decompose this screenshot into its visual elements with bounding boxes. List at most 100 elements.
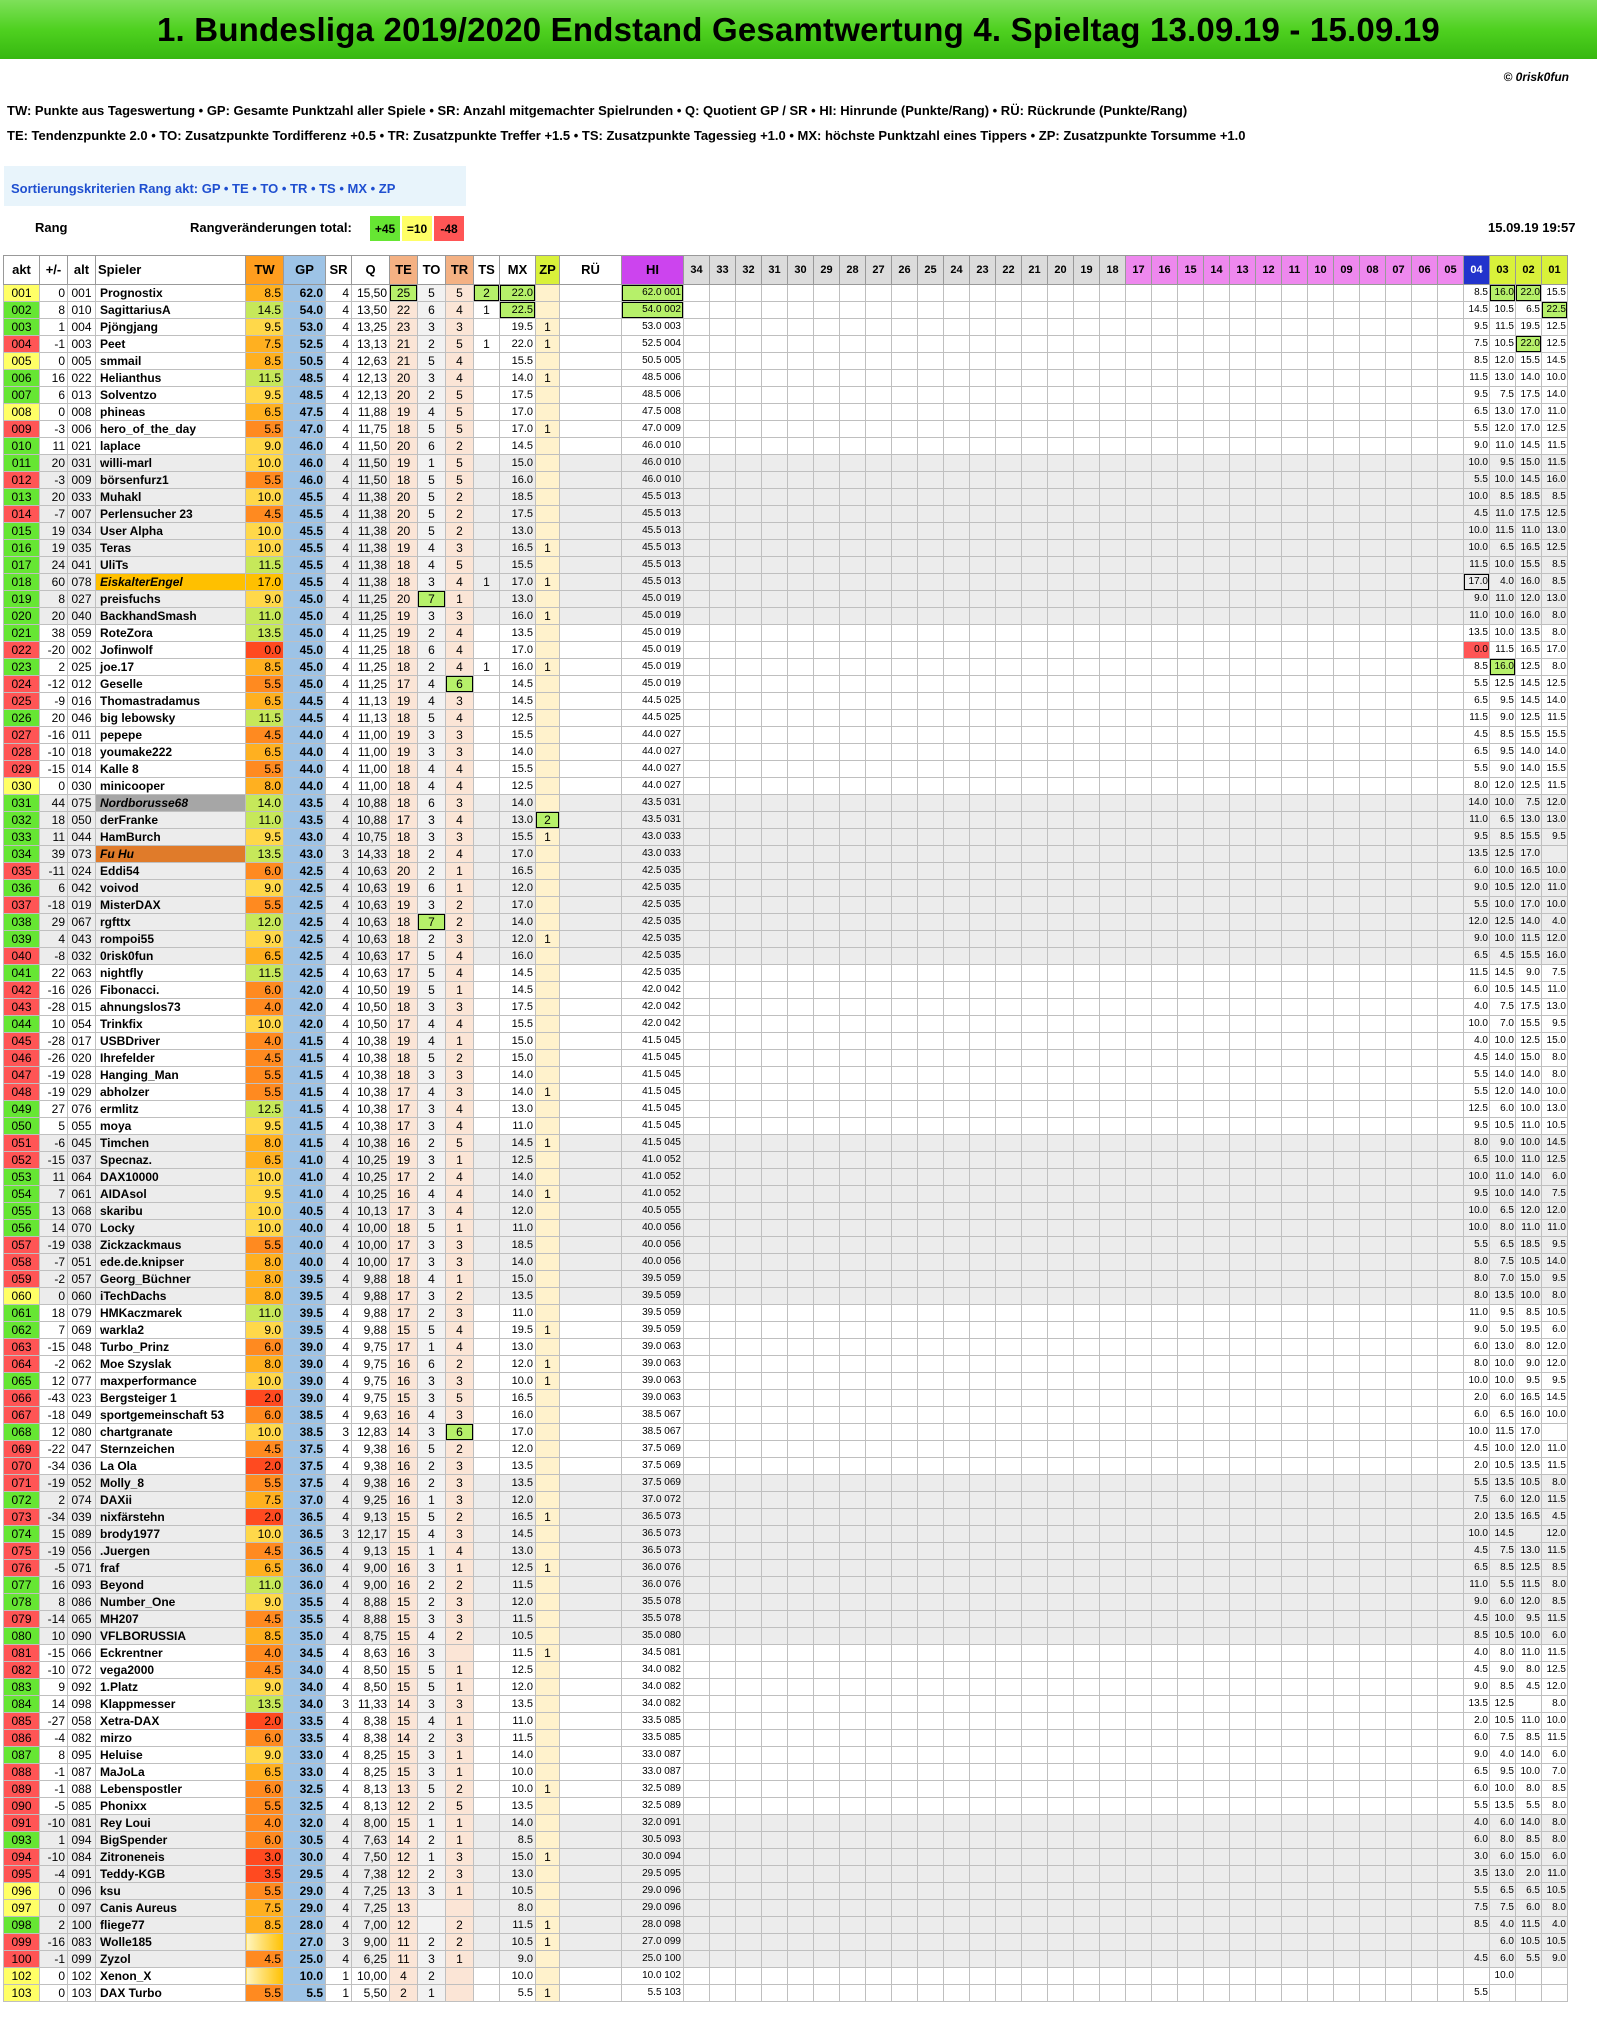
table-row[interactable]: 062 7 069 warkla2 9.0 39.5 4 9,88 15 5 4 19.5 1 39.5 … bbox=[3, 1321, 1568, 1339]
spieltag-header-33[interactable]: 33 bbox=[709, 255, 736, 285]
column-header-zp[interactable]: ZP bbox=[535, 255, 560, 285]
table-row[interactable]: 043 -28 015 ahnungslos73 4.0 42.0 4 10,50 18 3 3 17… bbox=[3, 998, 1568, 1016]
table-row[interactable]: 058 -7 051 ede.de.knipser 8.0 40.0 4 10,00 17 3 3 1… bbox=[3, 1253, 1568, 1271]
table-row[interactable]: 086 -4 082 mirzo 6.0 33.5 4 8,38 14 2 3 11.5 33.5 08… bbox=[3, 1729, 1568, 1747]
table-row[interactable]: 019 8 027 preisfuchs 9.0 45.0 4 11,25 20 7 1 13.0 45… bbox=[3, 590, 1568, 608]
spieltag-header-16[interactable]: 16 bbox=[1151, 255, 1178, 285]
table-row[interactable]: 047 -19 028 Hanging_Man 5.5 41.5 4 10,38 18 3 3 14.… bbox=[3, 1066, 1568, 1084]
table-row[interactable]: 066 -43 023 Bergsteiger 1 2.0 39.0 4 9,75 15 3 5 16… bbox=[3, 1389, 1568, 1407]
table-row[interactable]: 098 2 100 fliege77 8.5 28.0 4 7,00 12 2 11.5 1 28.0 … bbox=[3, 1916, 1568, 1934]
table-row[interactable]: 026 20 046 big lebowsky 11.5 44.5 4 11,13 18 5 4 12… bbox=[3, 709, 1568, 727]
table-row[interactable]: 075 -19 056 .Juergen 4.5 36.5 4 9,13 15 1 4 13.0 36.… bbox=[3, 1542, 1568, 1560]
table-row[interactable]: 013 20 033 Muhakl 10.0 45.5 4 11,38 20 5 2 18.5 45.5… bbox=[3, 488, 1568, 506]
table-row[interactable]: 038 29 067 rgfttx 12.0 42.5 4 10,63 18 7 2 14.0 42.5… bbox=[3, 913, 1568, 931]
table-row[interactable]: 014 -7 007 Perlensucher 23 4.5 45.5 4 11,38 20 5 2… bbox=[3, 505, 1568, 523]
table-row[interactable]: 069 -22 047 Sternzeichen 4.5 37.5 4 9,38 16 5 2 12.… bbox=[3, 1440, 1568, 1458]
table-row[interactable]: 020 20 040 BackhandSmash 11.0 45.0 4 11,25 19 3 3 1… bbox=[3, 607, 1568, 625]
spieltag-header-07[interactable]: 07 bbox=[1385, 255, 1412, 285]
column-header-ts[interactable]: TS bbox=[473, 255, 500, 285]
table-row[interactable]: 090 -5 085 Phonixx 5.5 32.5 4 8,13 12 2 5 13.5 32.5 … bbox=[3, 1797, 1568, 1815]
table-row[interactable]: 007 6 013 Solventzo 9.5 48.5 4 12,13 20 2 5 17.5 48.… bbox=[3, 386, 1568, 404]
table-row[interactable]: 063 -15 048 Turbo_Prinz 6.0 39.0 4 9,75 17 1 4 13.0… bbox=[3, 1338, 1568, 1356]
spieltag-header-02[interactable]: 02 bbox=[1515, 255, 1542, 285]
table-row[interactable]: 005 0 005 smmail 8.5 50.5 4 12,63 21 5 4 15.5 50.5 0… bbox=[3, 352, 1568, 370]
spieltag-header-23[interactable]: 23 bbox=[969, 255, 996, 285]
table-row[interactable]: 068 12 080 chartgranate 10.0 38.5 3 12,83 14 3 6 17… bbox=[3, 1423, 1568, 1441]
table-row[interactable]: 049 27 076 ermlitz 12.5 41.5 4 10,38 17 3 4 13.0 41.… bbox=[3, 1100, 1568, 1118]
spieltag-header-26[interactable]: 26 bbox=[891, 255, 918, 285]
table-row[interactable]: 046 -26 020 Ihrefelder 4.5 41.5 4 10,38 18 5 2 15.0… bbox=[3, 1049, 1568, 1067]
table-row[interactable]: 044 10 054 Trinkfix 10.0 42.0 4 10,50 17 4 4 15.5 42… bbox=[3, 1015, 1568, 1033]
column-header-tw[interactable]: TW bbox=[245, 255, 284, 285]
table-row[interactable]: 060 0 060 iTechDachs 8.0 39.5 4 9,88 17 3 2 13.5 39.… bbox=[3, 1287, 1568, 1305]
spieltag-header-04[interactable]: 04 bbox=[1463, 255, 1490, 285]
table-row[interactable]: 011 20 031 willi-marl 10.0 46.0 4 11,50 19 1 5 15.0… bbox=[3, 454, 1568, 472]
spieltag-header-03[interactable]: 03 bbox=[1489, 255, 1516, 285]
table-row[interactable]: 054 7 061 AIDAsol 9.5 41.0 4 10,25 16 4 4 14.0 1 41.0… bbox=[3, 1185, 1568, 1203]
column-header-to[interactable]: TO bbox=[417, 255, 446, 285]
table-row[interactable]: 002 8 010 SagittariusA 14.5 54.0 4 13,50 22 6 4 1 22… bbox=[3, 301, 1568, 319]
table-row[interactable]: 078 8 086 Number_One 9.0 35.5 4 8,88 15 2 3 12.0 35.… bbox=[3, 1593, 1568, 1611]
column-header-hi[interactable]: HI bbox=[621, 255, 684, 285]
table-row[interactable]: 022 -20 002 Jofinwolf 0.0 45.0 4 11,25 18 6 4 17.0 4… bbox=[3, 641, 1568, 659]
table-row[interactable]: 074 15 089 brody1977 10.0 36.5 3 12,17 15 4 3 14.5 3… bbox=[3, 1525, 1568, 1543]
table-row[interactable]: 081 -15 066 Eckrentner 4.0 34.5 4 8,63 16 3 11.5 1 3… bbox=[3, 1644, 1568, 1662]
table-row[interactable]: 097 0 097 Canis Aureus 7.5 29.0 4 7,25 13 8.0 29.0… bbox=[3, 1899, 1568, 1917]
table-row[interactable]: 006 16 022 Helianthus 11.5 48.5 4 12,13 20 3 4 14.0… bbox=[3, 369, 1568, 387]
table-row[interactable]: 033 11 044 HamBurch 9.5 43.0 4 10,75 18 3 3 15.5 1 43… bbox=[3, 828, 1568, 846]
column-header-alt[interactable]: alt bbox=[67, 255, 96, 285]
column-header-spieler[interactable]: Spieler bbox=[95, 255, 246, 285]
table-row[interactable]: 031 44 075 Nordborusse68 14.0 43.5 4 10,88 18 6 3 1… bbox=[3, 794, 1568, 812]
table-row[interactable]: 070 -34 036 La Ola 2.0 37.5 4 9,38 16 2 3 13.5 37.5 … bbox=[3, 1457, 1568, 1475]
table-row[interactable]: 065 12 077 maxperformance 10.0 39.0 4 9,75 16 3 3 1… bbox=[3, 1372, 1568, 1390]
table-row[interactable]: 016 19 035 Teras 10.0 45.5 4 11,38 19 4 3 16.5 1 45.5… bbox=[3, 539, 1568, 557]
table-row[interactable]: 079 -14 065 MH207 4.5 35.5 4 8,88 15 3 3 11.5 35.5 0… bbox=[3, 1610, 1568, 1628]
spieltag-header-17[interactable]: 17 bbox=[1125, 255, 1152, 285]
spieltag-header-19[interactable]: 19 bbox=[1073, 255, 1100, 285]
spieltag-header-22[interactable]: 22 bbox=[995, 255, 1022, 285]
column-header-akt[interactable]: akt bbox=[3, 255, 40, 285]
spieltag-header-14[interactable]: 14 bbox=[1203, 255, 1230, 285]
spieltag-header-34[interactable]: 34 bbox=[683, 255, 710, 285]
table-row[interactable]: 094 -10 084 Zitroneneis 3.0 30.0 4 7,50 12 1 3 15.0… bbox=[3, 1848, 1568, 1866]
table-row[interactable]: 029 -15 014 Kalle 8 5.5 44.0 4 11,00 18 4 4 15.5 44.… bbox=[3, 760, 1568, 778]
table-row[interactable]: 088 -1 087 MaJoLa 6.5 33.0 4 8,25 15 3 1 10.0 33.0 0… bbox=[3, 1763, 1568, 1781]
spieltag-header-08[interactable]: 08 bbox=[1359, 255, 1386, 285]
table-row[interactable]: 036 6 042 voivod 9.0 42.5 4 10,63 19 6 1 12.0 42.5 0… bbox=[3, 879, 1568, 897]
table-row[interactable]: 082 -10 072 vega2000 4.5 34.0 4 8,50 15 5 1 12.5 34.… bbox=[3, 1661, 1568, 1679]
table-row[interactable]: 076 -5 071 fraf 6.5 36.0 4 9,00 16 3 1 12.5 1 36.0 07… bbox=[3, 1559, 1568, 1577]
table-row[interactable]: 083 9 092 1.Platz 9.0 34.0 4 8,50 15 5 1 12.0 34.0 0… bbox=[3, 1678, 1568, 1696]
table-row[interactable]: 010 11 021 laplace 9.0 46.0 4 11,50 20 6 2 14.5 46.0… bbox=[3, 437, 1568, 455]
spieltag-header-30[interactable]: 30 bbox=[787, 255, 814, 285]
table-row[interactable]: 077 16 093 Beyond 11.0 36.0 4 9,00 16 2 2 11.5 36.0 … bbox=[3, 1576, 1568, 1594]
column-header-r[interactable]: RÜ bbox=[559, 255, 622, 285]
table-row[interactable]: 003 1 004 Pjöngjang 9.5 53.0 4 13,25 23 3 3 19.5 1 53… bbox=[3, 318, 1568, 336]
table-row[interactable]: 042 -16 026 Fibonacci. 6.0 42.0 4 10,50 19 5 1 14.5… bbox=[3, 981, 1568, 999]
table-row[interactable]: 015 19 034 User Alpha 10.0 45.5 4 11,38 20 5 2 13.0… bbox=[3, 522, 1568, 540]
table-row[interactable]: 023 2 025 joe.17 8.5 45.0 4 11,25 18 2 4 1 16.0 1 45.0… bbox=[3, 658, 1568, 676]
table-row[interactable]: 008 0 008 phineas 6.5 47.5 4 11,88 19 4 5 17.0 47.5 … bbox=[3, 403, 1568, 421]
column-header-mx[interactable]: MX bbox=[499, 255, 536, 285]
table-row[interactable]: 024 -12 012 Geselle 5.5 45.0 4 11,25 17 4 6 14.5 45.… bbox=[3, 675, 1568, 693]
table-row[interactable]: 080 10 090 VFLBORUSSIA 8.5 35.0 4 8,75 15 4 2 10.5 3… bbox=[3, 1627, 1568, 1645]
column-header-[interactable]: +/- bbox=[39, 255, 68, 285]
spieltag-header-18[interactable]: 18 bbox=[1099, 255, 1126, 285]
spieltag-header-20[interactable]: 20 bbox=[1047, 255, 1074, 285]
spieltag-header-24[interactable]: 24 bbox=[943, 255, 970, 285]
spieltag-header-13[interactable]: 13 bbox=[1229, 255, 1256, 285]
spieltag-header-29[interactable]: 29 bbox=[813, 255, 840, 285]
table-row[interactable]: 045 -28 017 USBDriver 4.0 41.5 4 10,38 19 4 1 15.0 4… bbox=[3, 1032, 1568, 1050]
table-row[interactable]: 087 8 095 Heluise 9.0 33.0 4 8,25 15 3 1 14.0 33.0 0… bbox=[3, 1746, 1568, 1764]
spieltag-header-05[interactable]: 05 bbox=[1437, 255, 1464, 285]
table-row[interactable]: 067 -18 049 sportgemeinschaft 53 6.0 38.5 4 9,6… bbox=[3, 1406, 1568, 1424]
table-row[interactable]: 027 -16 011 pepepe 4.5 44.0 4 11,00 19 3 3 15.5 44.0… bbox=[3, 726, 1568, 744]
table-row[interactable]: 093 1 094 BigSpender 6.0 30.5 4 7,63 14 2 1 8.5 30.5… bbox=[3, 1831, 1568, 1849]
table-row[interactable]: 051 -6 045 Timchen 8.0 41.5 4 10,38 16 2 5 14.5 1 41.… bbox=[3, 1134, 1568, 1152]
spieltag-header-12[interactable]: 12 bbox=[1255, 255, 1282, 285]
table-row[interactable]: 095 -4 091 Teddy-KGB 3.5 29.5 4 7,38 12 2 3 13.0 29.… bbox=[3, 1865, 1568, 1883]
spieltag-header-15[interactable]: 15 bbox=[1177, 255, 1204, 285]
column-header-sr[interactable]: SR bbox=[325, 255, 352, 285]
spieltag-header-27[interactable]: 27 bbox=[865, 255, 892, 285]
spieltag-header-28[interactable]: 28 bbox=[839, 255, 866, 285]
table-row[interactable]: 084 14 098 Klappmesser 13.5 34.0 3 11,33 14 3 3 13.… bbox=[3, 1695, 1568, 1713]
